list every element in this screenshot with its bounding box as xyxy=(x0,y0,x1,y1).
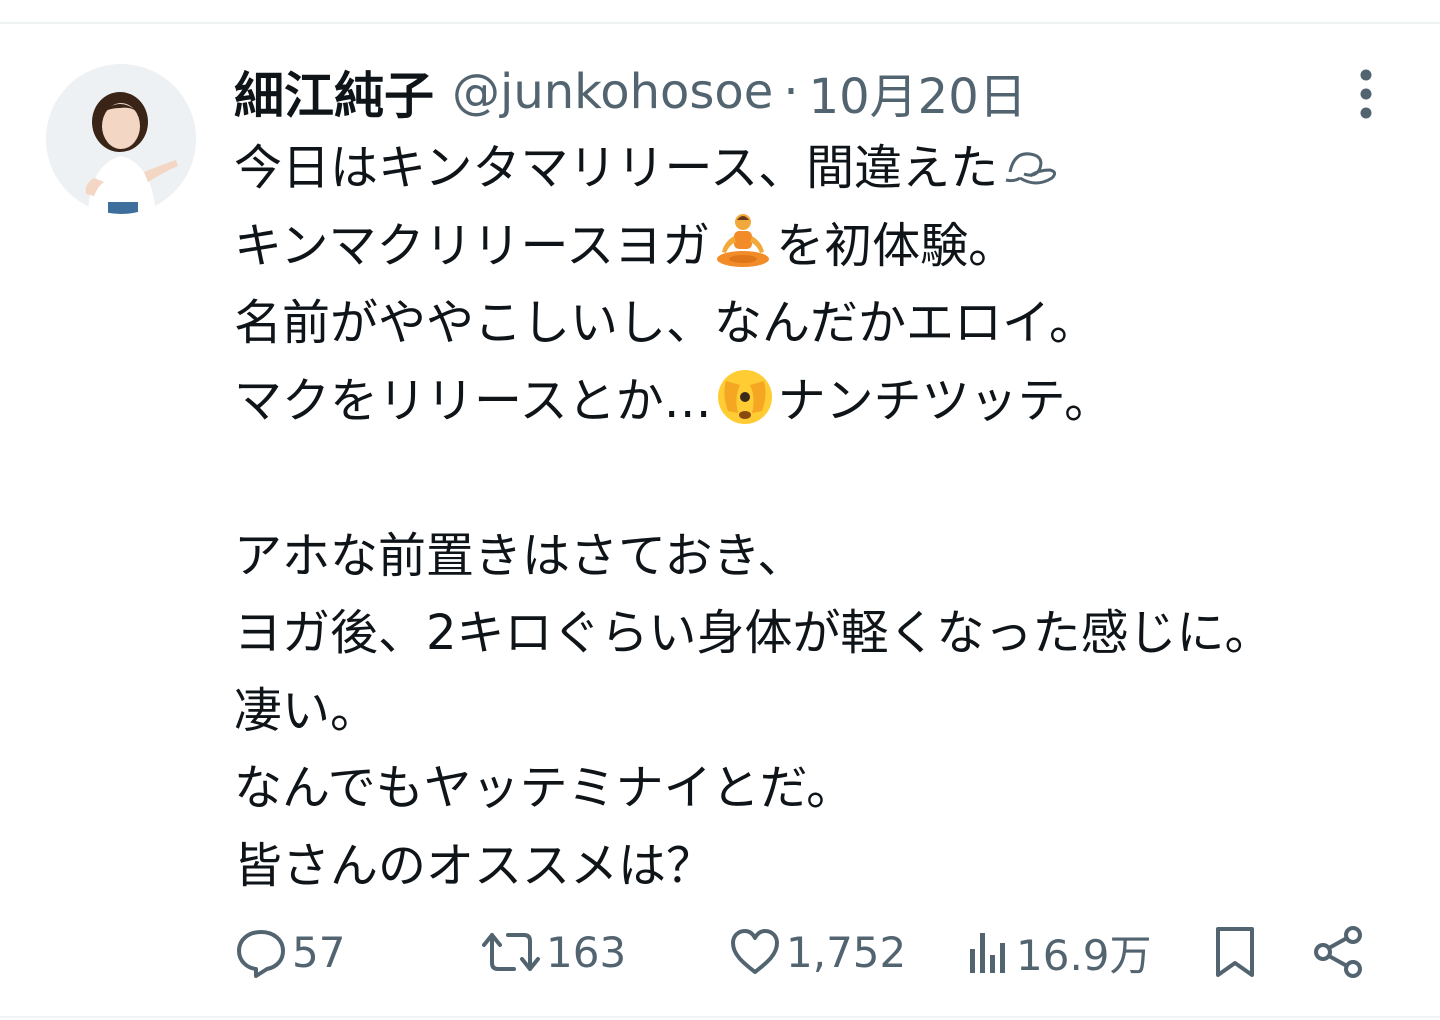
reply-count: 57 xyxy=(292,927,346,977)
dash-emoji-icon xyxy=(1000,138,1062,216)
avatar[interactable] xyxy=(46,64,196,214)
retweet-count: 163 xyxy=(546,927,627,977)
author-display-name[interactable]: 細江純子 xyxy=(234,56,434,128)
header-separator: · xyxy=(783,64,799,120)
tweet-line-text: マクをリリースとか… xyxy=(234,372,712,429)
tweet-line-text: 今日はキンタマリリース、間違えた xyxy=(234,140,999,196)
like-button[interactable]: 1,752 xyxy=(728,920,906,984)
retweet-icon xyxy=(482,933,540,971)
share-icon xyxy=(1314,926,1362,978)
retweet-button[interactable]: 163 xyxy=(480,920,626,984)
views-icon xyxy=(970,933,1005,973)
like-icon xyxy=(731,929,779,974)
tweet-line: ヨガ後、2キロぐらい身体が軽くなった感じに。 xyxy=(234,595,1394,673)
tweet-line: キンマクリリースヨガ を初体験。 xyxy=(234,208,1394,286)
tweet-actions: 57 163 1,752 16.9万 xyxy=(234,920,1374,984)
tweet-line-text: ヨガ後、2キロぐらい身体が軽くなった感じに。 xyxy=(234,605,1273,661)
views-button[interactable]: 16.9万 xyxy=(966,920,1152,984)
tweet-line: アホな前置きはさておき、 xyxy=(234,518,1394,596)
tweet-line: 今日はキンタマリリース、間違えた xyxy=(234,130,1394,208)
tweet-header: 細江純子 @junkohosoe · 10月20日 xyxy=(234,57,1027,127)
tweet-text: 今日はキンタマリリース、間違えた キンマクリリースヨガ を初体験。 名前がややこ… xyxy=(234,130,1394,905)
bottom-divider xyxy=(0,1016,1440,1018)
reply-button[interactable]: 57 xyxy=(234,920,345,984)
tweet-line-text-after: を初体験。 xyxy=(776,217,1017,274)
tweet-line-text: 名前がややこしいし、なんだかエロイ。 xyxy=(234,295,1098,351)
like-count: 1,752 xyxy=(786,927,907,977)
author-handle[interactable]: @junkohosoe xyxy=(452,64,773,120)
more-options-icon[interactable] xyxy=(1346,66,1386,122)
reply-icon xyxy=(237,930,285,978)
share-button[interactable] xyxy=(1310,920,1366,984)
peeking-face-emoji-icon xyxy=(714,367,776,449)
tweet-line-text-after: ナンチツッテ。 xyxy=(777,372,1113,429)
tweet-line: 皆さんのオススメは？ xyxy=(234,828,1394,906)
tweet-line-text: 凄い。 xyxy=(234,682,379,739)
tweet-line: 名前がややこしいし、なんだかエロイ。 xyxy=(234,285,1394,363)
tweet-line-text: アホな前置きはさておき、 xyxy=(234,527,806,584)
tweet-date[interactable]: 10月20日 xyxy=(809,57,1027,127)
tweet-line: なんでもヤッテミナイとだ。 xyxy=(234,750,1394,828)
bookmark-icon xyxy=(1216,927,1254,977)
yoga-emoji-icon xyxy=(712,212,774,294)
tweet-line: 凄い。 xyxy=(234,673,1394,751)
tweet-line: マクをリリースとか… ナンチツッテ。 xyxy=(234,363,1394,441)
top-divider xyxy=(0,22,1440,24)
tweet-line-text: なんでもヤッテミナイとだ。 xyxy=(234,760,855,816)
bookmark-button[interactable] xyxy=(1212,920,1258,984)
tweet-line-text: キンマクリリースヨガ xyxy=(234,217,711,274)
view-count: 16.9万 xyxy=(1016,930,1152,980)
tweet-line-text: 皆さんのオススメは？ xyxy=(234,837,715,894)
